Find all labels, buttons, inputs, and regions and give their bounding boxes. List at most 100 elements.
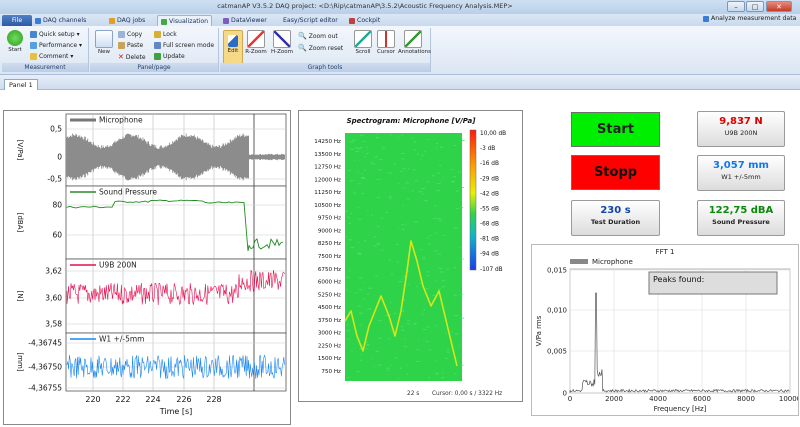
y-tick-label: -0,5: [47, 175, 62, 184]
menu-tab-row: File DAQ channels DAQ jobs Visualization…: [0, 14, 800, 27]
rzoom-button[interactable]: R-Zoom: [244, 30, 268, 55]
spectrogram-y-tick: 13500 Hz: [314, 152, 341, 158]
time-chart[interactable]: 0,5 0 -0,5 [V/Pa] 80 60 [dBA] 3,62 3,60 3,58 [N] -4…: [3, 110, 291, 425]
comment-icon: [30, 53, 37, 60]
performance-icon: [30, 42, 37, 49]
minimize-button[interactable]: –: [727, 1, 745, 12]
fft-legend-label: Microphone: [592, 258, 633, 266]
analyze-measurement-data[interactable]: Analyze measurement data: [703, 15, 796, 22]
y-tick-label: 0,5: [50, 125, 62, 134]
spectrogram-y-tick: 5250 Hz: [318, 292, 341, 298]
spectrogram-y-tick: 9750 Hz: [318, 216, 341, 222]
ribbon: Start Quick setup ▾ Performance ▾ Comment ▾…: [0, 26, 800, 75]
paste-button[interactable]: Paste: [118, 42, 143, 49]
chevron-down-icon: ▾: [70, 53, 74, 60]
comment-button[interactable]: Comment ▾: [30, 53, 73, 60]
fft-y-tick: 0,005: [547, 348, 567, 356]
zoom-reset-button[interactable]: 🔍 Zoom reset: [298, 44, 343, 52]
legend-label: U9B 200N: [99, 261, 137, 270]
y-axis-unit: [mm]: [16, 352, 24, 371]
force-label: U9B 200N: [724, 129, 758, 137]
fft-legend-swatch: [570, 259, 588, 264]
scroll-button[interactable]: Scroll: [352, 30, 374, 55]
tab-cockpit[interactable]: Cockpit: [346, 15, 383, 26]
y-axis-unit: [V/Pa]: [16, 140, 24, 161]
spectrogram-y-tick: 1500 Hz: [318, 356, 341, 362]
y-tick-label: 80: [52, 201, 62, 210]
colorbar-label: -94 dB: [480, 252, 499, 258]
stop-button[interactable]: Stopp: [571, 155, 660, 190]
measurement-group: Start Quick setup ▾ Performance ▾ Comment ▾…: [2, 28, 89, 72]
annotations-button[interactable]: Annotations: [398, 30, 432, 55]
tab-daq-channels[interactable]: DAQ channels: [32, 15, 89, 26]
channels-icon: [35, 17, 41, 24]
paste-icon: [118, 42, 125, 49]
chevron-down-icon: ▾: [76, 31, 80, 38]
tab-file[interactable]: File: [2, 15, 32, 26]
y-tick-label: 60: [52, 231, 62, 240]
full-screen-button[interactable]: Full screen mode: [154, 42, 214, 49]
performance-label: Performance: [39, 42, 78, 49]
spectrogram-y-tick: 12750 Hz: [314, 165, 341, 171]
y-tick-label: 3,62: [45, 267, 62, 276]
new-panel-label: New: [98, 49, 110, 55]
spectrogram-y-tick: 4500 Hz: [318, 305, 341, 311]
close-button[interactable]: ✕: [766, 1, 792, 12]
spectrogram-y-tick: 2250 Hz: [318, 343, 341, 349]
tab-script-editor[interactable]: Easy/Script editor: [280, 15, 341, 26]
y-axis-unit: [N]: [16, 291, 24, 302]
zoom-out-label: Zoom out: [308, 32, 338, 40]
colorbar-label: -16 dB: [480, 161, 499, 167]
chevron-down-icon: ▾: [79, 42, 83, 49]
graph-tools-group-label: Graph tools: [220, 63, 430, 72]
annotations-label: Annotations: [398, 49, 432, 55]
measurement-group-label: Measurement: [2, 63, 88, 72]
start-button[interactable]: Start: [571, 112, 660, 147]
lock-label: Lock: [163, 31, 177, 38]
sound-pressure-label: Sound Pressure: [712, 218, 770, 226]
play-icon: [7, 30, 23, 46]
tab-panel-1[interactable]: Panel 1: [4, 79, 38, 90]
tab-dataviewer-label: DataViewer: [231, 17, 267, 24]
spectrogram-chart[interactable]: Spectrogram: Microphone [V/Pa] 14250 Hz 13…: [298, 110, 523, 402]
lock-button[interactable]: Lock: [154, 31, 177, 38]
spectrogram-y-tick: 8250 Hz: [318, 241, 341, 247]
hzoom-button[interactable]: H-Zoom: [270, 30, 294, 55]
fft-x-tick: 6000: [693, 395, 711, 403]
duration-label: Test Duration: [590, 218, 641, 226]
update-button[interactable]: Update: [154, 53, 185, 60]
full-screen-label: Full screen mode: [163, 42, 215, 49]
quick-setup-button[interactable]: Quick setup ▾: [30, 31, 80, 38]
performance-button[interactable]: Performance ▾: [30, 42, 82, 49]
new-panel-button[interactable]: New: [93, 30, 115, 55]
edit-tool-button[interactable]: Edit: [223, 30, 243, 64]
duration-value: 230 s: [600, 205, 631, 216]
force-value: 9,837 N: [719, 116, 763, 127]
tab-dataviewer[interactable]: DataViewer: [220, 15, 270, 26]
title-bar: catmanAP V3.5.2 DAQ project: <D:\Rip\cat…: [0, 0, 800, 15]
start-measurement-label: Start: [8, 47, 22, 53]
copy-button[interactable]: Copy: [118, 31, 142, 38]
maximize-button[interactable]: □: [746, 1, 764, 12]
hzoom-icon: [273, 30, 291, 48]
colorbar-label: 10,00 dB: [480, 131, 506, 137]
fft-chart[interactable]: FFT 1 Microphone 0,015 0,010 0,005 0 0 2000 4000…: [531, 244, 800, 416]
panel-page-group: New Copy Paste ✕ Delete Lock Full screen …: [90, 28, 219, 72]
lock-icon: [154, 31, 161, 38]
y-tick-label: -4,36755: [28, 384, 62, 393]
tab-daq-jobs[interactable]: DAQ jobs: [106, 15, 148, 26]
fft-y-tick: 0,015: [547, 267, 567, 275]
fft-x-tick: 4000: [649, 395, 667, 403]
tab-daq-jobs-label: DAQ jobs: [117, 17, 146, 24]
cursor-button[interactable]: Cursor: [375, 30, 397, 55]
zoom-out-button[interactable]: 🔍 Zoom out: [298, 32, 338, 40]
value-display-duration: 230 s Test Duration: [571, 200, 660, 236]
start-measurement-button[interactable]: Start: [4, 30, 26, 53]
fft-x-tick: 10000: [779, 395, 798, 403]
value-display-sound-pressure: 122,75 dBA Sound Pressure: [697, 200, 785, 236]
cursor-arrow-icon: [228, 35, 238, 47]
legend-label: W1 +/-5mm: [99, 335, 144, 344]
delete-button[interactable]: ✕ Delete: [118, 53, 146, 61]
spectrogram-cursor-label: Cursor: 0,00 s / 3322 Hz: [432, 391, 502, 397]
colorbar-label: -42 dB: [480, 191, 499, 197]
